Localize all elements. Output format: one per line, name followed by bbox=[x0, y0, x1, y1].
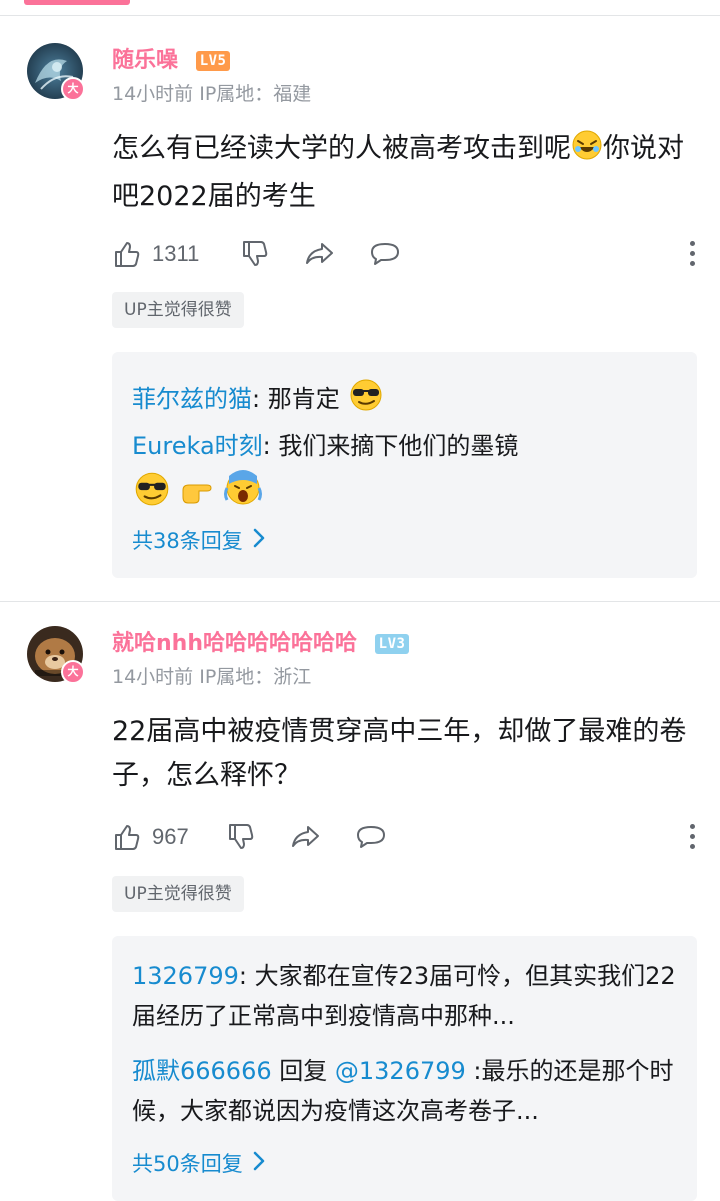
up-liked-tag: UP主觉得很赞 bbox=[112, 876, 244, 912]
reply-username[interactable]: 1326799 bbox=[132, 962, 239, 990]
view-more-replies[interactable]: 共38条回复 bbox=[132, 525, 265, 555]
chevron-right-icon bbox=[243, 528, 265, 553]
more-options-icon[interactable] bbox=[687, 821, 697, 853]
reply-username[interactable]: Eureka时刻 bbox=[132, 432, 263, 460]
reply-username[interactable]: 孤默666666 bbox=[132, 1057, 272, 1085]
avatar[interactable]: 大 bbox=[27, 43, 85, 101]
thumbs-down-icon bbox=[240, 239, 270, 269]
reply-preview-box[interactable]: 菲尔兹的猫: 那肯定 Eureka时刻: 我们来摘下他们的墨镜 共38条回复 bbox=[112, 352, 697, 578]
reply-item[interactable]: 1326799: 大家都在宣传23届可怜，但其实我们22届经历了正常高中到疫情高… bbox=[132, 956, 682, 1036]
reply-preview-box[interactable]: 1326799: 大家都在宣传23届可怜，但其实我们22届经历了正常高中到疫情高… bbox=[112, 936, 697, 1201]
dislike-button[interactable] bbox=[240, 236, 270, 272]
username-text[interactable]: 就哈nhh哈哈哈哈哈哈哈 bbox=[112, 631, 357, 656]
reply-text: 我们来摘下他们的墨镜 bbox=[278, 432, 519, 460]
comment-bubble-icon bbox=[355, 822, 387, 852]
like-button[interactable]: 967 bbox=[112, 819, 189, 855]
level-badge: LV3 bbox=[374, 634, 410, 654]
up-liked-tag: UP主觉得很赞 bbox=[112, 292, 244, 328]
reply-text: 那肯定 bbox=[267, 385, 340, 413]
comment-actions: 1311 bbox=[112, 236, 697, 272]
reply-username[interactable]: 菲尔兹的猫 bbox=[132, 385, 252, 413]
comment-actions: 967 bbox=[112, 819, 697, 855]
comment-bubble-icon bbox=[369, 239, 401, 269]
reply-item[interactable]: 孤默666666 回复 @1326799 :最乐的还是那个时候，大家都说因为疫情… bbox=[132, 1051, 682, 1131]
pointing-right-emoji bbox=[180, 476, 216, 518]
sunglasses-emoji bbox=[347, 377, 385, 423]
comment-meta: 14小时前 IP属地：福建 bbox=[112, 83, 312, 105]
sunglasses-emoji bbox=[132, 470, 172, 518]
comment-divider bbox=[0, 601, 720, 602]
like-count: 1311 bbox=[152, 241, 200, 266]
reply-mention[interactable]: @1326799 bbox=[335, 1057, 466, 1085]
reply-item[interactable]: 菲尔兹的猫: 那肯定 bbox=[132, 377, 682, 423]
thumbs-up-icon bbox=[112, 239, 142, 269]
thumbs-down-icon bbox=[226, 822, 256, 852]
share-icon bbox=[304, 239, 336, 269]
chevron-right-icon bbox=[243, 1151, 265, 1176]
level-badge: LV5 bbox=[195, 51, 231, 71]
more-options-icon[interactable] bbox=[687, 238, 697, 270]
reply-button[interactable] bbox=[355, 819, 387, 855]
username[interactable]: 随乐噪 LV5 bbox=[112, 42, 231, 74]
comment-content: 怎么有已经读大学的人被高考攻击到呢 你说对吧2022届的考生 bbox=[112, 127, 702, 219]
username[interactable]: 就哈nhh哈哈哈哈哈哈哈 LV3 bbox=[112, 625, 410, 657]
active-tab-indicator bbox=[24, 0, 130, 5]
content-text-1: 怎么有已经读大学的人被高考攻击到呢 bbox=[112, 133, 571, 164]
avatar[interactable]: 大 bbox=[27, 626, 85, 684]
official-badge: 大 bbox=[61, 660, 85, 684]
screaming-emoji bbox=[223, 468, 263, 518]
more-replies-text[interactable]: 共50条回复 bbox=[132, 1148, 243, 1178]
reply-button[interactable] bbox=[369, 236, 401, 272]
comment-meta: 14小时前 IP属地：浙江 bbox=[112, 666, 312, 688]
share-icon bbox=[290, 822, 322, 852]
thumbs-up-icon bbox=[112, 822, 142, 852]
reply-separator: : bbox=[252, 385, 268, 413]
reply-separator: : bbox=[238, 962, 255, 990]
reply-item[interactable]: Eureka时刻: 我们来摘下他们的墨镜 bbox=[132, 426, 682, 508]
reply-emoji-row bbox=[132, 468, 682, 508]
rolling-on-floor-laughing-emoji bbox=[571, 129, 603, 175]
like-button[interactable]: 1311 bbox=[112, 236, 199, 272]
share-button[interactable] bbox=[304, 236, 336, 272]
like-count: 967 bbox=[152, 824, 189, 849]
more-replies-text[interactable]: 共38条回复 bbox=[132, 525, 243, 555]
reply-to-label: 回复 bbox=[271, 1057, 335, 1085]
view-more-replies[interactable]: 共50条回复 bbox=[132, 1148, 265, 1178]
dislike-button[interactable] bbox=[226, 819, 256, 855]
official-badge: 大 bbox=[61, 77, 85, 101]
share-button[interactable] bbox=[290, 819, 322, 855]
reply-separator: : bbox=[262, 432, 279, 460]
comment-content: 22届高中被疫情贯穿高中三年，却做了最难的卷子，怎么释怀？ bbox=[112, 716, 687, 791]
username-text[interactable]: 随乐噪 bbox=[112, 48, 178, 73]
top-divider bbox=[0, 15, 720, 16]
